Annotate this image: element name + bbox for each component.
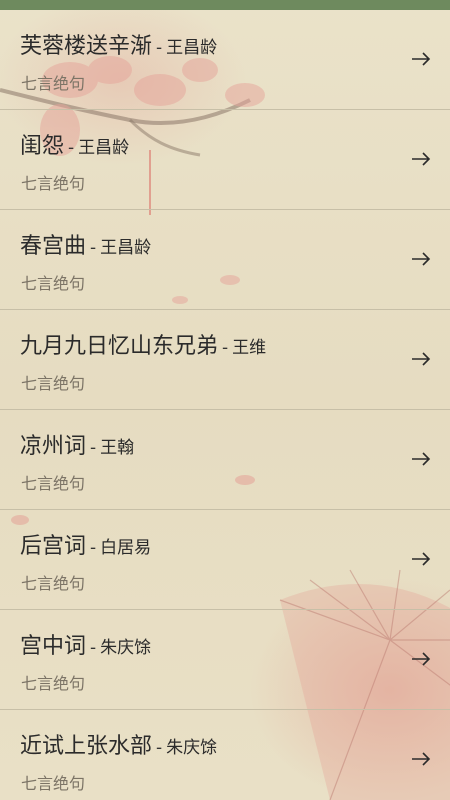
separator: -: [90, 438, 97, 458]
arrow-right-icon: [412, 452, 431, 466]
poem-genre: 七言绝句: [21, 374, 86, 393]
poem-title: 宫中词: [20, 634, 87, 659]
poem-list: 芙蓉楼送辛渐 - 王昌龄 七言绝句 闺怨 - 王昌龄 七言绝句 春宫曲 - 王昌龄 七言绝句…: [0, 10, 450, 800]
poem-author: 王昌龄: [166, 38, 218, 58]
separator: -: [90, 638, 97, 658]
arrow-right-icon: [412, 352, 431, 366]
poem-row[interactable]: 闺怨 - 王昌龄 七言绝句: [0, 110, 450, 210]
top-bar: [0, 0, 450, 10]
separator: -: [90, 238, 97, 258]
poem-title: 闺怨: [20, 134, 65, 159]
separator: -: [68, 138, 75, 158]
poem-title: 春宫曲: [20, 234, 87, 259]
poem-genre: 七言绝句: [21, 574, 86, 593]
poem-genre: 七言绝句: [21, 474, 86, 493]
poem-row[interactable]: 后宫词 - 白居易 七言绝句: [0, 510, 450, 610]
separator: -: [90, 538, 97, 558]
poem-title: 近试上张水部: [20, 734, 153, 759]
arrow-right-icon: [412, 552, 431, 566]
poem-author: 王昌龄: [78, 138, 130, 158]
poem-title: 芙蓉楼送辛渐: [20, 34, 153, 59]
separator: -: [156, 38, 163, 58]
poem-author: 王维: [232, 338, 267, 358]
poem-title: 九月九日忆山东兄弟: [20, 334, 219, 359]
poem-row[interactable]: 宫中词 - 朱庆馀 七言绝句: [0, 610, 450, 710]
arrow-right-icon: [412, 252, 431, 266]
arrow-right-icon: [412, 152, 431, 166]
poem-genre: 七言绝句: [21, 774, 86, 793]
poem-genre: 七言绝句: [21, 174, 86, 193]
separator: -: [222, 338, 229, 358]
poem-author: 朱庆馀: [166, 738, 218, 758]
poem-row[interactable]: 芙蓉楼送辛渐 - 王昌龄 七言绝句: [0, 10, 450, 110]
poem-genre: 七言绝句: [21, 674, 86, 693]
poem-author: 王昌龄: [100, 238, 152, 258]
poem-author: 白居易: [100, 538, 152, 558]
poem-genre: 七言绝句: [21, 74, 86, 93]
separator: -: [156, 738, 163, 758]
poem-title: 凉州词: [20, 434, 87, 459]
poem-row[interactable]: 春宫曲 - 王昌龄 七言绝句: [0, 210, 450, 310]
poem-row[interactable]: 近试上张水部 - 朱庆馀 七言绝句: [0, 710, 450, 800]
arrow-right-icon: [412, 752, 431, 766]
poem-row[interactable]: 九月九日忆山东兄弟 - 王维 七言绝句: [0, 310, 450, 410]
arrow-right-icon: [412, 652, 431, 666]
poem-author: 朱庆馀: [100, 638, 152, 658]
arrow-right-icon: [412, 52, 431, 66]
poem-title: 后宫词: [20, 534, 87, 559]
poem-author: 王翰: [100, 438, 135, 458]
poem-row[interactable]: 凉州词 - 王翰 七言绝句: [0, 410, 450, 510]
poem-genre: 七言绝句: [21, 274, 86, 293]
